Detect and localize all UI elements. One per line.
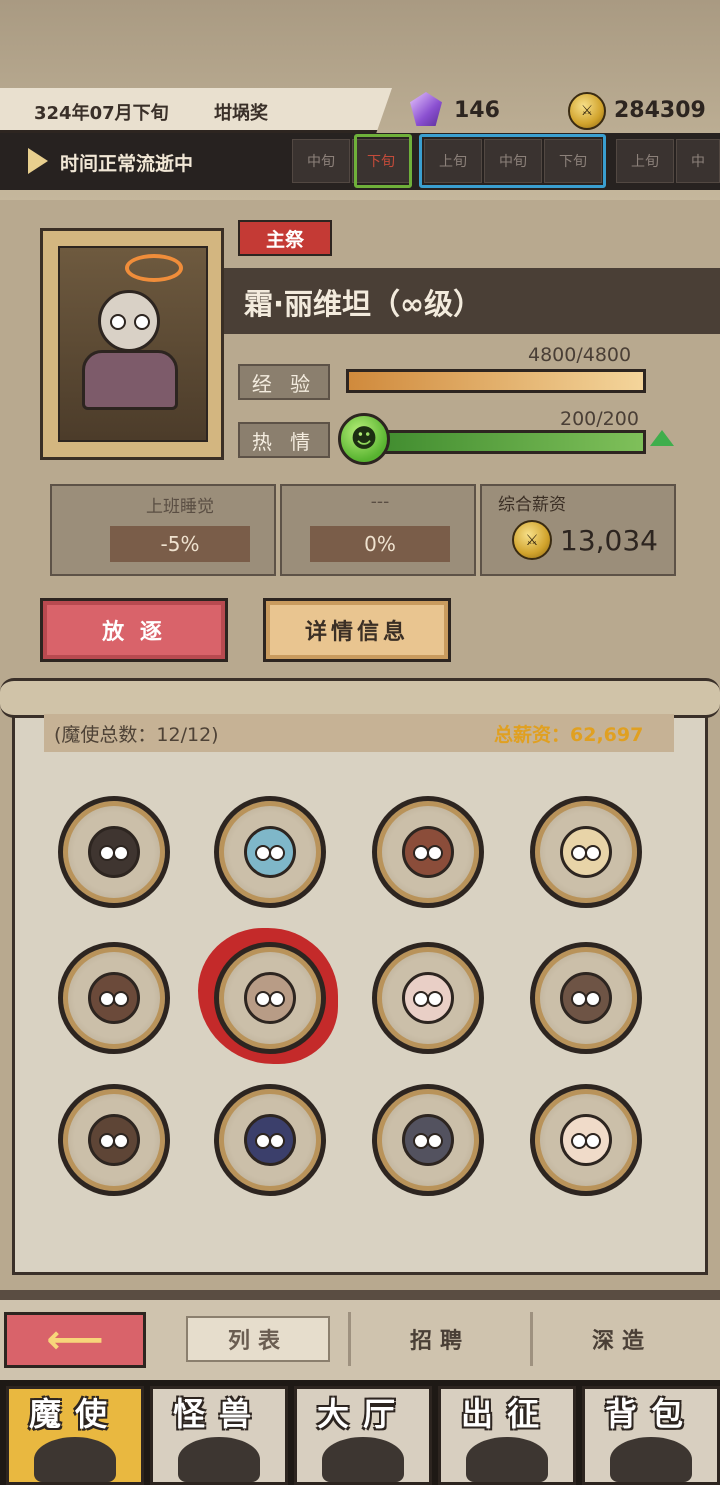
member-face [402,1114,454,1166]
tab-label: 出征 [460,1395,553,1433]
expedition-icon [466,1437,548,1482]
passion-label: 热 情 [238,422,330,458]
up-arrow-icon [650,430,674,446]
gold-coin-icon: ⚔ [512,520,552,560]
character-head [98,290,160,352]
member-face [88,1114,140,1166]
period-slot: 中旬 [292,139,350,183]
next-month-highlight [419,134,606,188]
role-badge: 主祭 [238,220,332,256]
exp-bar-fill [349,372,643,390]
divider [530,1312,533,1366]
character-eye [110,314,126,330]
game-date: 324年07月下旬 [34,103,169,124]
passion-value: 200/200 [560,408,639,430]
member-face [244,972,296,1024]
member-face [560,972,612,1024]
time-status: 时间正常流逝中 [60,153,194,175]
member-face [88,972,140,1024]
subtab-list[interactable]: 列表 [186,1316,330,1362]
member-avatar[interactable] [214,796,326,908]
passion-bar-fill [373,433,643,451]
exp-bar [346,369,646,393]
trait-title: 上班睡觉 [146,497,214,517]
divider [348,1312,351,1366]
member-face [560,826,612,878]
member-face [402,972,454,1024]
crystal-count: 146 [454,98,500,123]
skull-icon [34,1437,116,1482]
member-face [244,1114,296,1166]
member-face [88,826,140,878]
halo-icon [125,254,183,282]
subtab-recruit[interactable]: 招聘 [368,1316,512,1362]
member-count: (魔使总数：12/12) [54,724,219,746]
member-avatar[interactable] [214,942,326,1054]
exp-label: 经 验 [238,364,330,400]
play-icon[interactable] [28,148,48,174]
tab-label: 魔使 [28,1395,121,1433]
gold-coin-icon: ⚔ [568,92,606,130]
tab-label: 怪兽 [172,1395,265,1433]
exile-button[interactable]: 放 逐 [40,598,228,662]
trait-title: --- [370,492,390,512]
period-slot: 中 [676,139,720,183]
member-face [560,1114,612,1166]
member-avatar[interactable] [58,796,170,908]
character-body [82,350,178,410]
monster-icon [178,1437,260,1482]
subtab-training[interactable]: 深造 [550,1316,694,1362]
member-avatar[interactable] [372,796,484,908]
award-title[interactable]: 坩埚奖 [214,99,268,125]
tab-demon[interactable]: 魔使 [6,1386,144,1485]
member-avatar[interactable] [58,942,170,1054]
back-button[interactable]: ⟵ [4,1312,146,1368]
period-slot: 上旬 [616,139,674,183]
character-eye [134,314,150,330]
gold-count: 284309 [614,98,706,123]
member-avatar[interactable] [530,796,642,908]
current-period-highlight [354,134,412,188]
detail-button[interactable]: 详情信息 [263,598,451,662]
passion-bar [370,430,646,454]
total-salary: 总薪资：62,697 [494,724,644,746]
member-face [244,826,296,878]
member-avatar[interactable] [530,1084,642,1196]
member-avatar[interactable] [214,1084,326,1196]
tab-expedition[interactable]: 出征 [438,1386,576,1485]
member-face [402,826,454,878]
smiley-icon: ☻ [338,413,390,465]
exp-value: 4800/4800 [528,344,632,366]
member-avatar[interactable] [372,1084,484,1196]
tab-monster[interactable]: 怪兽 [150,1386,288,1485]
salary-label: 综合薪资 [498,495,566,515]
trait-value: 0% [310,526,450,562]
member-avatar[interactable] [372,942,484,1054]
tab-label: 背包 [604,1395,697,1433]
tab-backpack[interactable]: 背包 [582,1386,720,1485]
tab-label: 大厅 [316,1395,409,1433]
backpack-icon [610,1437,692,1482]
hall-icon [322,1437,404,1482]
salary-value: 13,034 [560,524,658,557]
member-avatar[interactable] [530,942,642,1054]
member-avatar[interactable] [58,1084,170,1196]
character-name: 霜·丽维坦（∞级） [244,287,483,321]
tab-hall[interactable]: 大厅 [294,1386,432,1485]
trait-value: -5% [110,526,250,562]
scroll-rod [0,678,720,718]
